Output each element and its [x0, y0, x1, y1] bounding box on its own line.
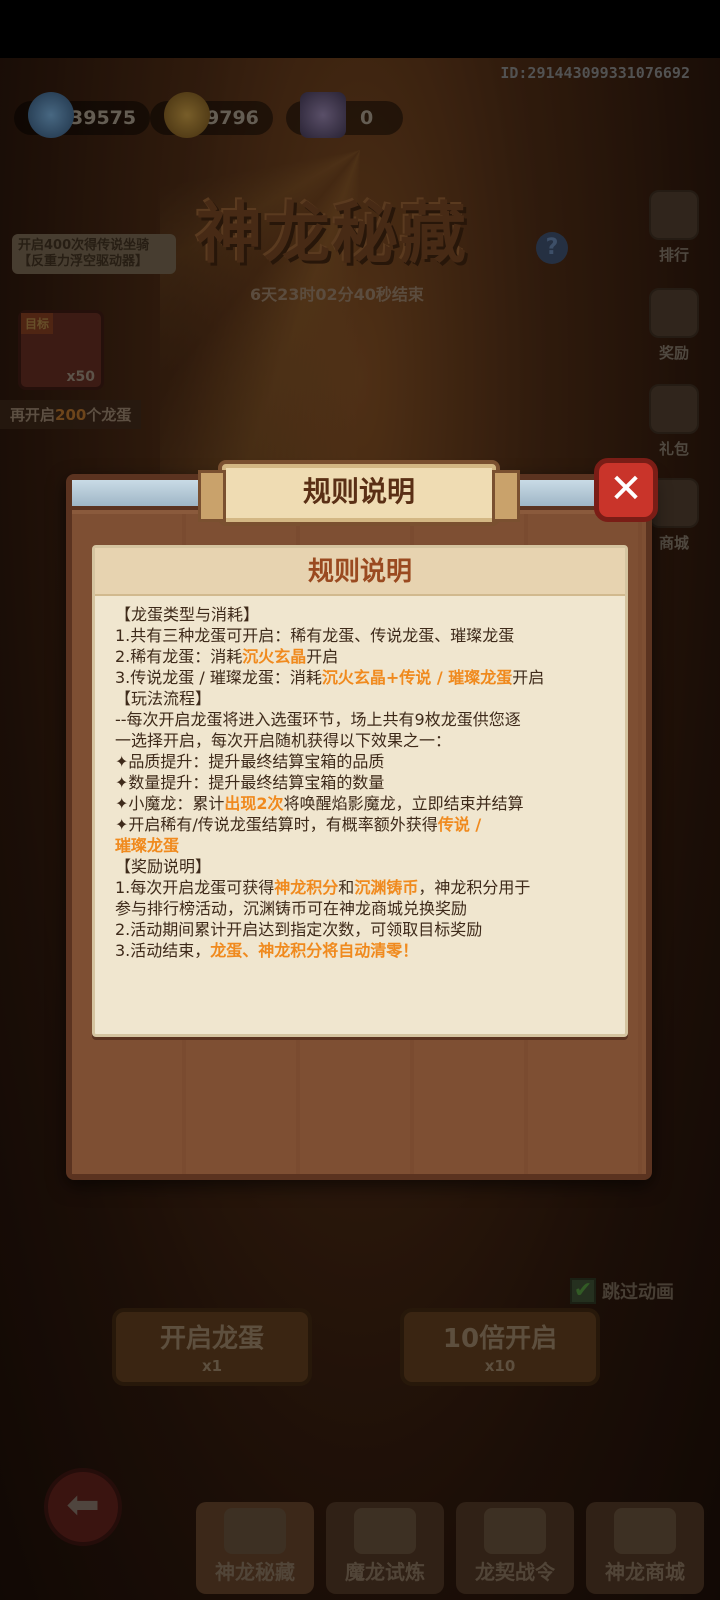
rules-span: ，神龙积分用于 [418, 878, 531, 897]
rules-highlight: 沉火玄晶 [242, 647, 307, 666]
rules-span: 开启 [306, 647, 339, 666]
rules-line: ✦小魔龙：累计出现2次将唤醒焰影魔龙，立即结束并结算 [115, 793, 615, 814]
close-button[interactable]: ✕ [594, 458, 658, 522]
rules-line: ✦数量提升：提升最终结算宝箱的数量 [115, 773, 385, 792]
rules-line: 一选择开启，每次开启随机获得以下效果之一： [115, 731, 452, 750]
rules-line: 2.稀有龙蛋：消耗沉火玄晶开启 [115, 646, 615, 667]
rules-highlight: 璀璨龙蛋 [115, 836, 180, 855]
rules-section-head: 【龙蛋类型与消耗】 [115, 605, 260, 624]
rules-line: ✦品质提升：提升最终结算宝箱的品质 [115, 752, 385, 771]
rules-span: ✦小魔龙：累计 [115, 794, 225, 813]
status-bar [0, 0, 720, 58]
rules-line: 2.活动期间累计开启达到指定次数，可领取目标奖励 [115, 920, 483, 939]
rules-span: 3.活动结束， [115, 941, 211, 960]
rules-span: 开启 [512, 668, 545, 687]
rules-span: 和 [338, 878, 355, 897]
rules-section-head: 【奖励说明】 [115, 857, 212, 876]
rules-span: 将唤醒焰影魔龙，立即结束并结算 [283, 794, 524, 813]
rules-span: ✦开启稀有/传说龙蛋结算时，有概率额外获得 [115, 815, 438, 834]
rules-line: --每次开启龙蛋将进入选蛋环节，场上共有9枚龙蛋供您逐 [115, 710, 521, 729]
rules-highlight: 沉火玄晶+传说 / 璀璨龙蛋 [321, 668, 513, 687]
rules-highlight: 沉渊铸币 [354, 878, 419, 897]
rules-highlight: 出现2次 [224, 794, 284, 813]
rules-span: 2.稀有龙蛋：消耗 [115, 647, 243, 666]
rules-line: 3.传说龙蛋 / 璀璨龙蛋：消耗沉火玄晶+传说 / 璀璨龙蛋开启 [115, 667, 615, 688]
rules-highlight: 传说 / [437, 815, 482, 834]
rules-highlight: 龙蛋、神龙积分将自动清零！ [210, 941, 419, 960]
rules-highlight: 神龙积分 [274, 878, 339, 897]
rules-paper: 规则说明 【龙蛋类型与消耗】 1.共有三种龙蛋可开启：稀有龙蛋、传说龙蛋、璀璨龙… [92, 545, 628, 1037]
paper-title: 规则说明 [95, 548, 625, 596]
modal-banner-title: 规则说明 [198, 460, 520, 526]
rules-span: 3.传说龙蛋 / 璀璨龙蛋：消耗 [115, 668, 322, 687]
rules-line: 1.共有三种龙蛋可开启：稀有龙蛋、传说龙蛋、璀璨龙蛋 [115, 626, 515, 645]
rules-line: 1.每次开启龙蛋可获得神龙积分和沉渊铸币，神龙积分用于 [115, 877, 615, 898]
rules-line: ✦开启稀有/传说龙蛋结算时，有概率额外获得传说 / [115, 814, 615, 835]
rules-line: 3.活动结束，龙蛋、神龙积分将自动清零！ [115, 940, 615, 961]
rules-text: 【龙蛋类型与消耗】 1.共有三种龙蛋可开启：稀有龙蛋、传说龙蛋、璀璨龙蛋 2.稀… [95, 596, 625, 961]
rules-line: 参与排行榜活动，沉渊铸币可在神龙商城兑换奖励 [115, 899, 468, 918]
rules-span: 1.每次开启龙蛋可获得 [115, 878, 275, 897]
rules-section-head: 【玩法流程】 [115, 689, 212, 708]
